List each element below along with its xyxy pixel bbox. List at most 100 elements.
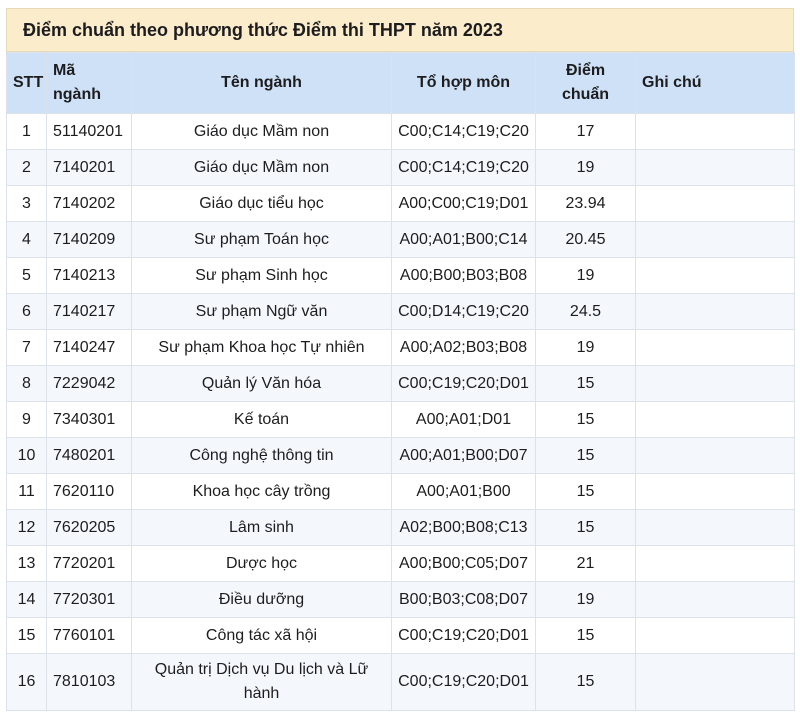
cell-stt: 16: [6, 653, 47, 711]
table-row: 2 7140201 Giáo dục Mầm non C00;C14;C19;C20 1…: [6, 149, 795, 186]
cell-ghi-chu: [635, 545, 795, 582]
cell-diem-chuan: 21: [535, 545, 636, 582]
cell-ten-nganh: Điều dưỡng: [131, 581, 392, 618]
cell-ma-nganh: 7140213: [46, 257, 132, 294]
cell-stt: 8: [6, 365, 47, 402]
table-row: 7 7140247 Sư phạm Khoa học Tự nhiên A00;A02…: [6, 329, 795, 366]
cell-ghi-chu: [635, 185, 795, 222]
cell-ma-nganh: 7140201: [46, 149, 132, 186]
table-row: 11 7620110 Khoa học cây trồng A00;A01;B00 15: [6, 473, 795, 510]
cell-to-hop-mon: A00;A01;B00;D07: [391, 437, 536, 474]
cell-stt: 5: [6, 257, 47, 294]
cell-diem-chuan: 17: [535, 113, 636, 150]
cell-ten-nganh: Sư phạm Ngữ văn: [131, 293, 392, 330]
cell-diem-chuan: 15: [535, 473, 636, 510]
cell-to-hop-mon: A00;A02;B03;B08: [391, 329, 536, 366]
cell-stt: 13: [6, 545, 47, 582]
cell-ghi-chu: [635, 149, 795, 186]
cell-diem-chuan: 19: [535, 149, 636, 186]
cell-to-hop-mon: C00;C19;C20;D01: [391, 653, 536, 711]
cell-to-hop-mon: C00;C19;C20;D01: [391, 365, 536, 402]
table-row: 1 51140201 Giáo dục Mầm non C00;C14;C19;C20…: [6, 113, 795, 150]
cell-ma-nganh: 7620110: [46, 473, 132, 510]
cell-ma-nganh: 7140209: [46, 221, 132, 258]
cell-ten-nganh: Khoa học cây trồng: [131, 473, 392, 510]
cell-to-hop-mon: A00;B00;B03;B08: [391, 257, 536, 294]
cell-stt: 4: [6, 221, 47, 258]
cell-ghi-chu: [635, 437, 795, 474]
table-row: 9 7340301 Kế toán A00;A01;D01 15: [6, 401, 795, 438]
table-row: 12 7620205 Lâm sinh A02;B00;B08;C13 15: [6, 509, 795, 546]
cell-ghi-chu: [635, 257, 795, 294]
column-header-ma-nganh: Mã ngành: [46, 52, 132, 114]
cell-diem-chuan: 15: [535, 365, 636, 402]
cell-ghi-chu: [635, 617, 795, 654]
cell-stt: 15: [6, 617, 47, 654]
cell-to-hop-mon: A00;A01;B00;C14: [391, 221, 536, 258]
cell-ma-nganh: 7620205: [46, 509, 132, 546]
cell-to-hop-mon: A00;A01;D01: [391, 401, 536, 438]
cell-stt: 14: [6, 581, 47, 618]
cell-stt: 1: [6, 113, 47, 150]
cell-ghi-chu: [635, 509, 795, 546]
table-row: 16 7810103 Quản trị Dịch vụ Du lịch và Lữ …: [6, 653, 795, 711]
cell-ma-nganh: 7140247: [46, 329, 132, 366]
cell-stt: 12: [6, 509, 47, 546]
cell-ten-nganh: Sư phạm Toán học: [131, 221, 392, 258]
cell-to-hop-mon: A02;B00;B08;C13: [391, 509, 536, 546]
cell-ten-nganh: Kế toán: [131, 401, 392, 438]
table-row: 10 7480201 Công nghệ thông tin A00;A01;B00;…: [6, 437, 795, 474]
cell-ghi-chu: [635, 401, 795, 438]
cell-diem-chuan: 19: [535, 581, 636, 618]
cell-diem-chuan: 15: [535, 509, 636, 546]
cell-ma-nganh: 7810103: [46, 653, 132, 711]
cell-ten-nganh: Quản lý Văn hóa: [131, 365, 392, 402]
table-row: 6 7140217 Sư phạm Ngữ văn C00;D14;C19;C20 24…: [6, 293, 795, 330]
cell-diem-chuan: 15: [535, 437, 636, 474]
table-row: 5 7140213 Sư phạm Sinh học A00;B00;B03;B08 1…: [6, 257, 795, 294]
table-title: Điểm chuẩn theo phương thức Điểm thi THP…: [6, 8, 794, 52]
cell-ma-nganh: 7340301: [46, 401, 132, 438]
table-row: 3 7140202 Giáo dục tiểu học A00;C00;C19;D01…: [6, 185, 795, 222]
score-table: STT Mã ngành Tên ngành Tổ hợp môn Điểm c…: [6, 52, 795, 711]
cell-diem-chuan: 19: [535, 257, 636, 294]
column-header-to-hop-mon: Tổ hợp môn: [391, 52, 536, 114]
table-row: 4 7140209 Sư phạm Toán học A00;A01;B00;C14 2…: [6, 221, 795, 258]
cell-ten-nganh: Dược học: [131, 545, 392, 582]
cell-to-hop-mon: B00;B03;C08;D07: [391, 581, 536, 618]
cell-ghi-chu: [635, 329, 795, 366]
cell-ma-nganh: 7140217: [46, 293, 132, 330]
cell-to-hop-mon: C00;C19;C20;D01: [391, 617, 536, 654]
cell-ghi-chu: [635, 293, 795, 330]
cell-to-hop-mon: C00;D14;C19;C20: [391, 293, 536, 330]
cell-stt: 3: [6, 185, 47, 222]
header-row: STT Mã ngành Tên ngành Tổ hợp môn Điểm c…: [6, 52, 795, 114]
cell-stt: 2: [6, 149, 47, 186]
cell-ten-nganh: Giáo dục Mầm non: [131, 113, 392, 150]
cell-to-hop-mon: A00;C00;C19;D01: [391, 185, 536, 222]
cell-diem-chuan: 24.5: [535, 293, 636, 330]
cell-diem-chuan: 20.45: [535, 221, 636, 258]
cell-ghi-chu: [635, 581, 795, 618]
cell-diem-chuan: 15: [535, 617, 636, 654]
cell-to-hop-mon: C00;C14;C19;C20: [391, 113, 536, 150]
cell-ghi-chu: [635, 365, 795, 402]
column-header-ghi-chu: Ghi chú: [635, 52, 795, 114]
cell-ten-nganh: Sư phạm Khoa học Tự nhiên: [131, 329, 392, 366]
column-header-diem-chuan: Điểm chuẩn: [535, 52, 636, 114]
score-table-container: Điểm chuẩn theo phương thức Điểm thi THP…: [6, 8, 795, 711]
cell-ma-nganh: 51140201: [46, 113, 132, 150]
cell-stt: 7: [6, 329, 47, 366]
cell-ten-nganh: Công tác xã hội: [131, 617, 392, 654]
cell-ma-nganh: 7720201: [46, 545, 132, 582]
cell-ten-nganh: Lâm sinh: [131, 509, 392, 546]
cell-diem-chuan: 15: [535, 401, 636, 438]
cell-ma-nganh: 7229042: [46, 365, 132, 402]
cell-ten-nganh: Giáo dục Mầm non: [131, 149, 392, 186]
table-row: 13 7720201 Dược học A00;B00;C05;D07 21: [6, 545, 795, 582]
column-header-stt: STT: [6, 52, 47, 114]
cell-stt: 6: [6, 293, 47, 330]
cell-stt: 10: [6, 437, 47, 474]
cell-to-hop-mon: C00;C14;C19;C20: [391, 149, 536, 186]
table-row: 8 7229042 Quản lý Văn hóa C00;C19;C20;D01 15: [6, 365, 795, 402]
